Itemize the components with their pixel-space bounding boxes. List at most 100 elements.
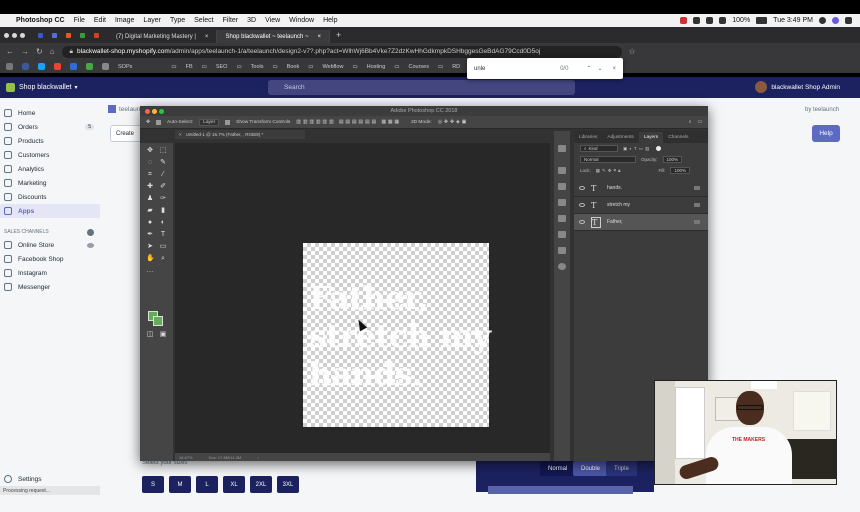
paragraph-panel-icon[interactable] — [558, 231, 566, 238]
character-panel-icon[interactable] — [558, 215, 566, 222]
hand-tool-icon[interactable]: ✋ — [146, 255, 155, 263]
status-icon[interactable] — [706, 17, 714, 24]
sidebar-item-messenger[interactable]: Messenger — [0, 280, 100, 294]
eraser-tool-icon[interactable]: ▰ — [146, 207, 154, 215]
search-input[interactable]: Search — [268, 80, 575, 95]
sidebar-item-customers[interactable]: Customers — [0, 148, 100, 162]
3d-mode-icons[interactable]: ◎✥✥◈▣ — [438, 120, 468, 125]
quick-mask-icon[interactable]: ◫ — [146, 331, 154, 339]
close-icon[interactable]: × — [205, 34, 209, 40]
status-icon[interactable] — [680, 17, 688, 24]
search-icon[interactable]: ⌕ — [689, 119, 692, 125]
pinned-tab-icon[interactable] — [52, 32, 57, 38]
bookmark-favicon[interactable] — [54, 63, 61, 70]
sidebar-item-facebook-shop[interactable]: Facebook Shop — [0, 252, 100, 266]
blur-tool-icon[interactable]: ● — [146, 219, 154, 227]
glyphs-panel-icon[interactable] — [558, 247, 566, 254]
sidebar-item-home[interactable]: Home — [0, 106, 100, 120]
gradient-tool-icon[interactable]: ▮ — [159, 207, 167, 215]
wifi-icon[interactable] — [719, 17, 727, 24]
pinned-tab-icon[interactable] — [80, 32, 85, 38]
sidebar-item-orders[interactable]: Orders 5 — [0, 120, 100, 134]
eye-icon[interactable] — [87, 242, 94, 248]
forward-arrow-icon[interactable]: → — [21, 47, 29, 56]
history-panel-icon[interactable] — [558, 145, 566, 152]
menu-window[interactable]: Window — [289, 17, 314, 24]
pinned-tab-icon[interactable] — [94, 32, 99, 38]
blend-mode-dropdown[interactable]: Normal — [580, 156, 636, 163]
tab-channels[interactable]: Channels — [663, 132, 693, 143]
bookmark-seo[interactable]: SEO — [216, 64, 228, 70]
bookmark-book[interactable]: Book — [287, 64, 300, 70]
menu-file[interactable]: File — [74, 17, 85, 24]
auto-select-dropdown[interactable]: Layer — [199, 118, 220, 126]
opacity-field[interactable]: 100% — [662, 156, 683, 163]
history-brush-icon[interactable]: ✑ — [159, 195, 167, 203]
layer-row[interactable]: T stretch my — [574, 197, 708, 214]
doc-info[interactable]: Doc: 17.8M/14.3M — [209, 455, 242, 460]
path-select-icon[interactable]: ➤ — [146, 243, 154, 251]
style-double-button[interactable]: Double — [573, 461, 609, 476]
sidebar-item-discounts[interactable]: Discounts — [0, 190, 100, 204]
pen-tool-icon[interactable]: ✒ — [146, 231, 154, 239]
zoom-tool-icon[interactable]: ⌕ — [159, 255, 167, 263]
sidebar-item-apps[interactable]: Apps — [0, 204, 100, 218]
close-icon[interactable]: × — [318, 34, 322, 40]
bookmark-fb[interactable]: FB — [186, 64, 193, 70]
filter-toggle-icon[interactable] — [656, 146, 662, 151]
bookmark-courses[interactable]: Courses — [409, 64, 429, 70]
menu-image[interactable]: Image — [115, 17, 134, 24]
kind-filter-dropdown[interactable]: ⌕ Kind — [580, 145, 618, 152]
healing-brush-icon[interactable]: ✚ — [146, 183, 154, 191]
tab-shopify-teelaunch[interactable]: Shop blackwallet ~ teelaunch ~ × — [217, 30, 331, 43]
brush-tool-icon[interactable]: ✐ — [159, 183, 167, 191]
menu-app-name[interactable]: Photoshop CC — [16, 17, 65, 24]
menu-select[interactable]: Select — [194, 17, 213, 24]
notification-center-icon[interactable] — [845, 17, 852, 24]
ps-minimize-dot[interactable] — [152, 108, 157, 114]
tab-adjustments[interactable]: Adjustments — [602, 132, 638, 143]
style-normal-button[interactable]: Normal — [540, 461, 576, 476]
lock-icons[interactable]: ▦✎✥⌗🔒︎ — [596, 168, 623, 174]
pinned-tab-icon[interactable] — [38, 32, 43, 38]
eye-icon[interactable] — [579, 220, 585, 224]
size-button-m[interactable]: M — [169, 476, 191, 493]
create-button[interactable]: Create — [110, 125, 142, 142]
ps-zoom-dot[interactable] — [159, 108, 164, 114]
find-prev-button[interactable]: ⌃ — [586, 65, 591, 72]
sidebar-item-analytics[interactable]: Analytics — [0, 162, 100, 176]
color-panel-icon[interactable] — [558, 263, 566, 270]
fill-field[interactable]: 100% — [670, 167, 690, 174]
tab-digital-marketing[interactable]: (7) Digital Marketing Mastery | × — [108, 30, 218, 43]
bookmark-favicon[interactable] — [38, 63, 45, 70]
brush-panel-icon[interactable] — [558, 183, 566, 190]
layer-row[interactable]: T hands. — [574, 180, 708, 197]
properties-panel-icon[interactable] — [558, 167, 566, 174]
menu-edit[interactable]: Edit — [94, 17, 106, 24]
rectangle-tool-icon[interactable]: ▭ — [159, 243, 167, 251]
marquee-tool-icon[interactable]: ⬚ — [159, 147, 167, 155]
find-input[interactable]: unle — [474, 66, 485, 72]
bookmark-webflow[interactable]: Webflow — [322, 64, 343, 70]
size-button-3xl[interactable]: 3XL — [277, 476, 299, 493]
bookmark-star-icon[interactable]: ☆ — [629, 47, 636, 56]
window-zoom-dot[interactable] — [20, 32, 25, 38]
dodge-tool-icon[interactable]: ◐ — [159, 219, 167, 227]
lasso-tool-icon[interactable]: ◌ — [146, 159, 154, 167]
sidebar-item-online-store[interactable]: Online Store — [0, 238, 100, 252]
siri-icon[interactable] — [832, 17, 839, 24]
bookmark-tools[interactable]: Tools — [251, 64, 264, 70]
menu-layer[interactable]: Layer — [143, 17, 161, 24]
size-button-l[interactable]: L — [196, 476, 218, 493]
bookmark-rd[interactable]: RD — [452, 64, 460, 70]
window-close-dot[interactable] — [4, 32, 9, 38]
sidebar-item-settings[interactable]: Settings — [4, 475, 42, 483]
move-tool-icon[interactable]: ✥ — [146, 120, 150, 125]
zoom-level[interactable]: 16.67% — [179, 455, 193, 460]
find-next-button[interactable]: ⌄ — [597, 65, 602, 72]
more-tools-icon[interactable]: … — [146, 267, 154, 275]
swatch-panel-icon[interactable] — [558, 199, 566, 206]
sidebar-item-marketing[interactable]: Marketing — [0, 176, 100, 190]
help-button[interactable]: Help — [812, 125, 840, 142]
sidebar-item-instagram[interactable]: Instagram — [0, 266, 100, 280]
